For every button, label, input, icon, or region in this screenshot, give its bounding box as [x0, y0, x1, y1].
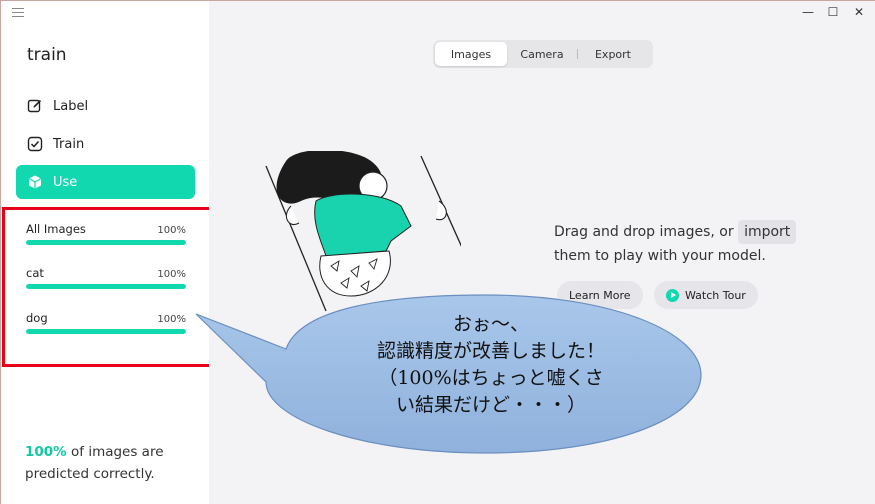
import-link[interactable]: import [738, 220, 797, 244]
sidebar-item-use-text: Use [53, 174, 78, 190]
dropzone-line-1: Drag and drop images, or [554, 224, 739, 240]
minimize-icon[interactable]: — [799, 5, 817, 19]
sidebar-item-label[interactable]: Label [16, 89, 195, 123]
sidebar-item-train[interactable]: Train [16, 127, 195, 161]
mode-tabs: Images Camera Export [433, 40, 653, 68]
maximize-icon[interactable]: ☐ [824, 5, 842, 19]
summary-text-1: of images are [66, 444, 164, 460]
accuracy-summary: 100% of images are predicted correctly. [25, 441, 200, 485]
project-title: train [27, 45, 67, 65]
edit-icon [27, 98, 43, 114]
highlight-box [2, 207, 213, 367]
cube-icon [27, 174, 43, 190]
checkbox-icon [27, 136, 43, 152]
menu-icon[interactable] [12, 8, 24, 18]
close-icon[interactable]: ✕ [850, 5, 868, 19]
summary-text-2: predicted correctly. [25, 466, 155, 482]
sidebar-item-label-text: Label [53, 98, 89, 114]
sidebar-item-use[interactable]: Use [16, 165, 195, 199]
tab-images[interactable]: Images [435, 42, 507, 66]
tab-export[interactable]: Export [578, 42, 648, 66]
app-window: train Label Train Use All Images 100% ca… [0, 0, 875, 504]
sidebar-item-train-text: Train [53, 136, 85, 152]
dropzone-instructions: Drag and drop images, or import them to … [554, 220, 824, 268]
callout-line: （100%はちょっと嘘くさ [378, 367, 604, 389]
summary-percent: 100% [25, 444, 67, 460]
callout-line: 認識精度が改善しました！ [376, 340, 605, 362]
dropzone-line-2: them to play with your model. [554, 248, 766, 264]
speech-bubble-text: おぉ～、 認識精度が改善しました！ （100%はちょっと嘘くさ い結果だけど・・… [341, 311, 641, 419]
callout-line: おぉ～、 [452, 313, 529, 335]
tab-camera[interactable]: Camera [507, 42, 577, 66]
callout-line: い結果だけど・・・） [395, 394, 586, 416]
